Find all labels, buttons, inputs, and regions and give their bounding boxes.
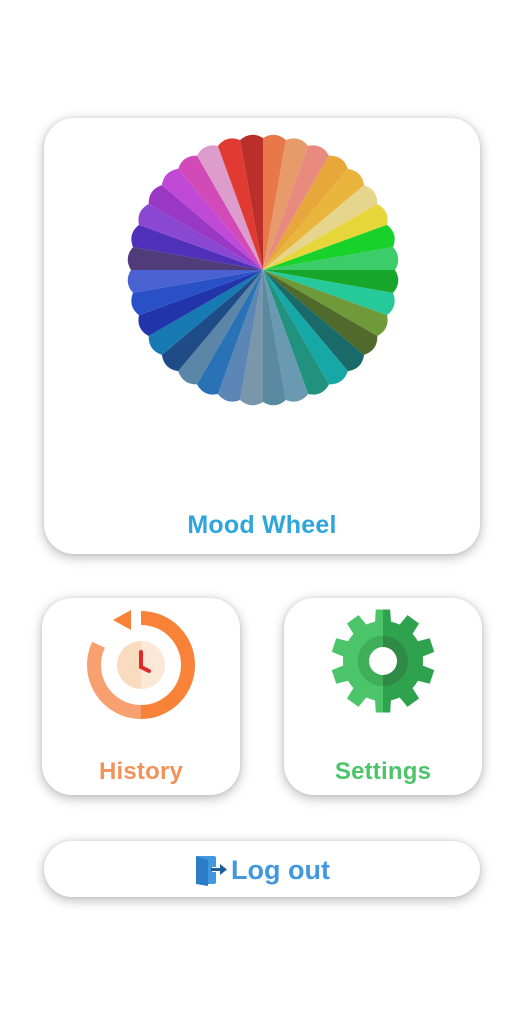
settings-label: Settings — [334, 758, 432, 785]
gear-icon — [331, 609, 435, 713]
history-label: History — [98, 758, 184, 785]
mood-wheel-label: Mood Wheel — [187, 511, 337, 539]
mood-wheel-card[interactable]: Mood Wheel — [44, 118, 480, 554]
settings-card[interactable]: Settings — [284, 598, 482, 795]
logout-label: Log out — [231, 854, 330, 885]
history-card[interactable]: History — [42, 598, 240, 795]
logout-button[interactable]: Log out — [44, 841, 480, 897]
history-clock-icon — [87, 610, 195, 719]
color-wheel-icon — [127, 134, 399, 406]
logout-door-icon — [196, 856, 228, 886]
